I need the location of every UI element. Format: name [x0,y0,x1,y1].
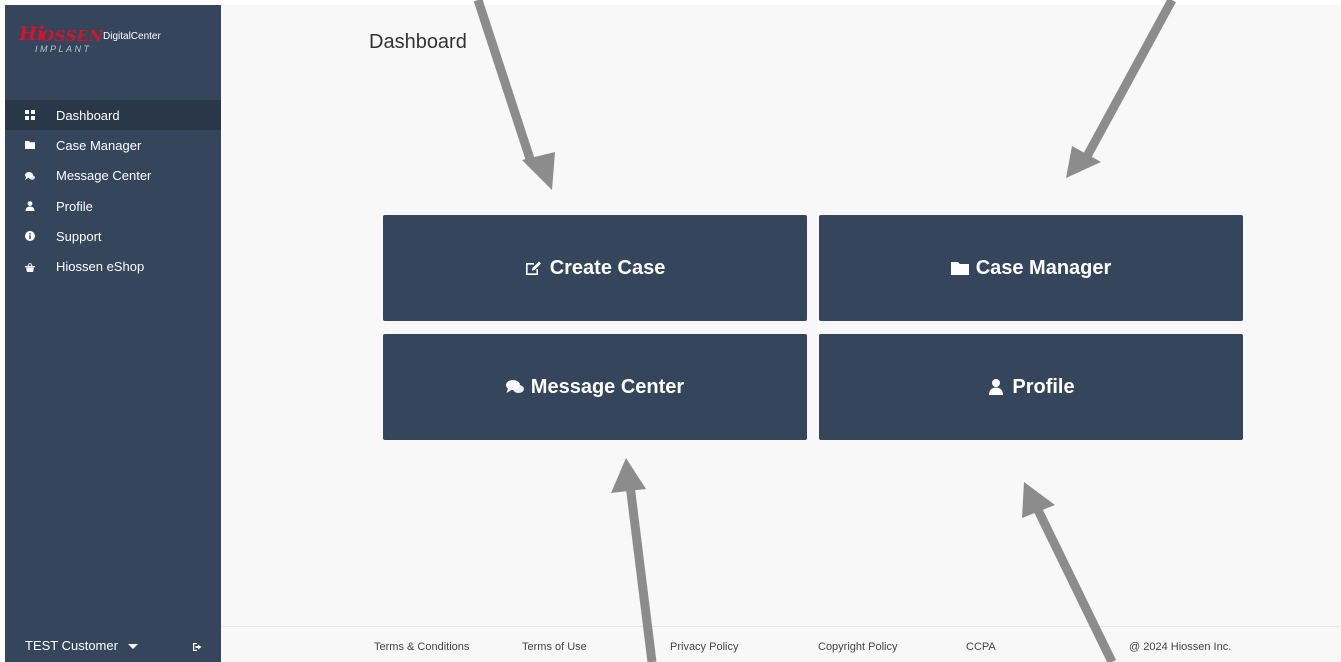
sidebar-item-profile[interactable]: Profile [5,191,221,221]
sidebar-item-label: Profile [56,198,93,214]
sidebar-item-label: Support [56,228,102,244]
logo-ossen: OSSEN [41,27,104,45]
tile-label: Case Manager [975,256,1112,279]
sidebar-item-eshop[interactable]: Hiossen eShop [5,251,221,281]
create-case-tile[interactable]: Create Case [383,215,807,321]
sign-out-icon[interactable] [193,640,203,651]
user-icon [25,201,35,212]
sidebar-item-label: Dashboard [56,107,120,123]
message-center-tile[interactable]: Message Center [383,334,807,440]
profile-tile[interactable]: Profile [819,334,1243,440]
sidebar: Hi OSSEN IMPLANT DigitalCenter Dashboard… [5,5,221,662]
sidebar-item-label: Message Center [56,168,152,184]
sidebar-nav: Dashboard Case Manager Message Center Pr… [5,100,221,282]
page-title: Dashboard [369,31,467,53]
folder-icon [950,260,969,276]
footer-link-ccpa[interactable]: CCPA [966,641,996,653]
folder-icon [25,140,35,150]
footer-link-privacy-policy[interactable]: Privacy Policy [670,641,738,653]
sidebar-item-dashboard[interactable]: Dashboard [5,100,221,131]
user-icon [987,379,1005,395]
main-content: Dashboard Create Case Case Manager Messa… [221,5,1341,626]
sidebar-item-support[interactable]: Support [5,221,221,251]
sidebar-item-label: Hiossen eShop [56,259,145,275]
chat-bubbles-icon [25,171,35,181]
edit-icon [525,260,543,276]
sidebar-item-message-center[interactable]: Message Center [5,161,221,191]
page-footer: Terms & Conditions Terms of Use Privacy … [221,626,1341,662]
product-name: DigitalCenter [103,31,161,42]
tile-label: Profile [1012,375,1075,398]
tile-label: Message Center [530,375,685,398]
footer-link-terms-of-use[interactable]: Terms of Use [522,641,587,653]
user-name[interactable]: TEST Customer [25,638,118,653]
sidebar-item-case-manager[interactable]: Case Manager [5,130,221,160]
chat-bubbles-icon [505,379,524,395]
user-menu[interactable]: TEST Customer [5,628,221,662]
sidebar-item-label: Case Manager [56,137,142,153]
copyright-text: @ 2024 Hiossen Inc. [1129,641,1232,653]
hiossen-logo[interactable]: Hi OSSEN IMPLANT DigitalCenter [19,23,219,63]
info-circle-icon [25,231,35,242]
case-manager-tile[interactable]: Case Manager [819,215,1243,321]
dashboard-grid-icon [25,110,35,121]
shopping-basket-icon [25,262,35,272]
caret-down-icon[interactable] [127,644,138,649]
footer-link-copyright-policy[interactable]: Copyright Policy [818,641,897,653]
footer-link-terms-conditions[interactable]: Terms & Conditions [374,641,469,653]
tile-label: Create Case [549,256,666,279]
logo-implant: IMPLANT [35,44,92,54]
